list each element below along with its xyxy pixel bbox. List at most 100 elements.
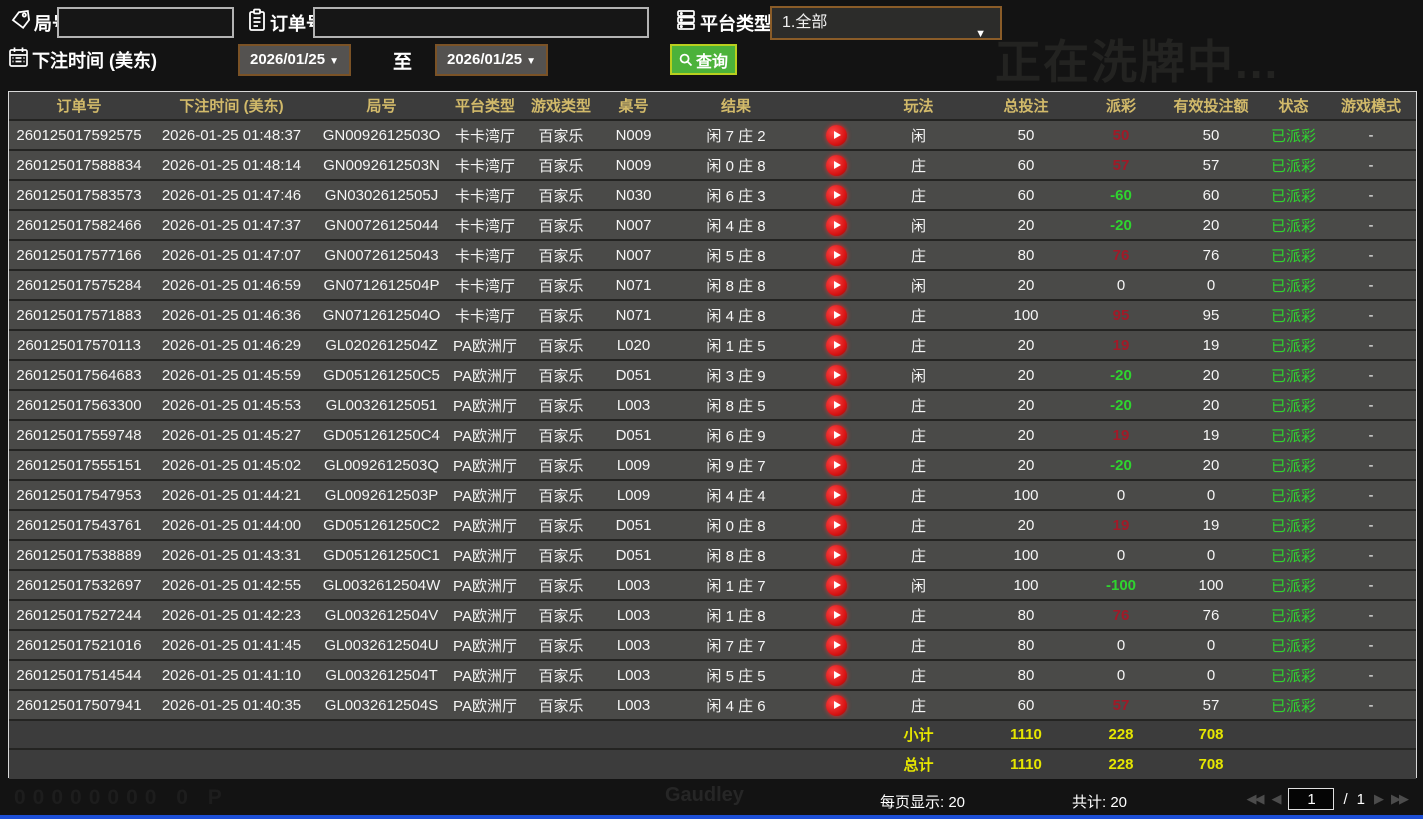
- tag-icon: [10, 9, 32, 31]
- status-cell: 已派彩: [1270, 427, 1316, 445]
- play-video-icon[interactable]: [825, 514, 847, 536]
- total-bet-cell: 20: [1017, 276, 1035, 294]
- payout-cell: 0: [1116, 276, 1126, 294]
- game-mode-cell: -: [1368, 606, 1374, 624]
- total-bet-cell: 20: [1017, 516, 1035, 534]
- game-type-cell: 百家乐: [538, 247, 584, 265]
- order-id-cell: 260125017592575: [16, 126, 142, 144]
- prev-page-icon[interactable]: ◀: [1271, 791, 1281, 807]
- status-cell: 已派彩: [1270, 577, 1316, 595]
- platform-type-select[interactable]: 1.全部 ▼: [770, 6, 1002, 40]
- result-cell: 闲 7 庄 2: [706, 127, 766, 145]
- subtotal-total-bet: 1110: [1010, 726, 1042, 743]
- play-cell: [806, 541, 866, 569]
- status-cell: 已派彩: [1270, 337, 1316, 355]
- valid-bet-cell: 0: [1206, 546, 1216, 564]
- round-id-cell: GN0712612504P: [323, 276, 440, 294]
- total-pages: 1: [1356, 790, 1365, 808]
- play-method-cell: 庄: [910, 397, 926, 415]
- play-video-icon[interactable]: [825, 394, 847, 416]
- total-bet-cell: 80: [1017, 666, 1035, 684]
- game-type-cell: 百家乐: [538, 607, 584, 625]
- play-video-icon[interactable]: [825, 244, 847, 266]
- play-video-icon[interactable]: [825, 334, 847, 356]
- game-mode-cell: -: [1368, 366, 1374, 384]
- result-cell: 闲 5 庄 8: [706, 247, 766, 265]
- table-no-cell: L003: [616, 396, 651, 414]
- game-mode-cell: -: [1368, 276, 1374, 294]
- play-video-icon[interactable]: [825, 184, 847, 206]
- chevron-down-icon: ▼: [329, 56, 339, 67]
- clipboard-icon: [247, 8, 267, 32]
- bet-time-cell: 2026-01-25 01:44:21: [161, 486, 302, 504]
- payout-cell: 0: [1116, 636, 1126, 654]
- play-video-icon[interactable]: [825, 364, 847, 386]
- bottom-accent-bar: [0, 815, 1423, 819]
- result-cell: 闲 6 庄 9: [706, 427, 766, 445]
- game-mode-cell: -: [1368, 546, 1374, 564]
- play-video-icon[interactable]: [825, 694, 847, 716]
- payout-cell: 0: [1116, 666, 1126, 684]
- play-triangle-icon: [833, 341, 841, 349]
- platform-cell: PA欧洲厅: [453, 547, 517, 565]
- game-type-cell: 百家乐: [538, 187, 584, 205]
- current-page-input[interactable]: 1: [1288, 788, 1335, 810]
- valid-bet-cell: 0: [1206, 636, 1216, 654]
- play-method-cell: 庄: [910, 667, 926, 685]
- order-id-cell: 260125017564683: [16, 366, 142, 384]
- total-label: 总计: [903, 757, 934, 774]
- play-cell: [806, 151, 866, 179]
- game-mode-cell: -: [1368, 696, 1374, 714]
- play-video-icon[interactable]: [825, 454, 847, 476]
- play-video-icon[interactable]: [825, 424, 847, 446]
- game-mode-cell: -: [1368, 126, 1374, 144]
- order-number-input[interactable]: [313, 7, 649, 38]
- result-cell: 闲 0 庄 8: [706, 517, 766, 535]
- column-header: 桌号: [618, 98, 649, 115]
- valid-bet-cell: 0: [1206, 666, 1216, 684]
- result-cell: 闲 4 庄 8: [706, 307, 766, 325]
- play-video-icon[interactable]: [825, 634, 847, 656]
- table-no-cell: N071: [615, 276, 652, 294]
- date-from-select[interactable]: 2026/01/25 ▼: [238, 44, 351, 76]
- game-mode-cell: -: [1368, 456, 1374, 474]
- next-page-icon[interactable]: ▶: [1374, 791, 1384, 807]
- play-method-cell: 庄: [910, 457, 926, 475]
- magnifier-icon: [679, 53, 693, 67]
- game-mode-cell: -: [1368, 246, 1374, 264]
- platform-cell: 卡卡湾厅: [454, 247, 515, 265]
- result-cell: 闲 5 庄 5: [706, 667, 766, 685]
- round-id-cell: GN00726125043: [324, 246, 439, 264]
- play-method-cell: 庄: [910, 157, 926, 175]
- order-id-cell: 260125017521016: [16, 636, 142, 654]
- play-video-icon[interactable]: [825, 544, 847, 566]
- play-video-icon[interactable]: [825, 154, 847, 176]
- table-row: 260125017583573 2026-01-25 01:47:46 GN03…: [9, 181, 1416, 211]
- order-id-cell: 260125017507941: [16, 696, 142, 714]
- play-cell: [806, 661, 866, 689]
- play-video-icon[interactable]: [825, 574, 847, 596]
- round-id-cell: GL0092612503Q: [323, 456, 440, 474]
- play-video-icon[interactable]: [825, 304, 847, 326]
- play-method-cell: 庄: [910, 697, 926, 715]
- round-number-input[interactable]: [57, 7, 234, 38]
- play-video-icon[interactable]: [825, 484, 847, 506]
- play-video-icon[interactable]: [825, 664, 847, 686]
- last-page-icon[interactable]: ▶▶: [1391, 791, 1409, 807]
- play-video-icon[interactable]: [825, 274, 847, 296]
- game-mode-cell: -: [1368, 516, 1374, 534]
- status-cell: 已派彩: [1270, 367, 1316, 385]
- play-cell: [806, 241, 866, 269]
- play-video-icon[interactable]: [825, 214, 847, 236]
- first-page-icon[interactable]: ◀◀: [1246, 791, 1264, 807]
- date-to-select[interactable]: 2026/01/25 ▼: [435, 44, 548, 76]
- page-slash: /: [1343, 790, 1348, 808]
- bet-time-cell: 2026-01-25 01:41:10: [161, 666, 302, 684]
- play-video-icon[interactable]: [825, 604, 847, 626]
- platform-cell: PA欧洲厅: [453, 667, 517, 685]
- total-bet-cell: 20: [1017, 216, 1035, 234]
- total-count-text: 共计: 20: [1072, 794, 1128, 811]
- query-button[interactable]: 查询: [670, 44, 737, 75]
- play-video-icon[interactable]: [825, 124, 847, 146]
- game-mode-cell: -: [1368, 216, 1374, 234]
